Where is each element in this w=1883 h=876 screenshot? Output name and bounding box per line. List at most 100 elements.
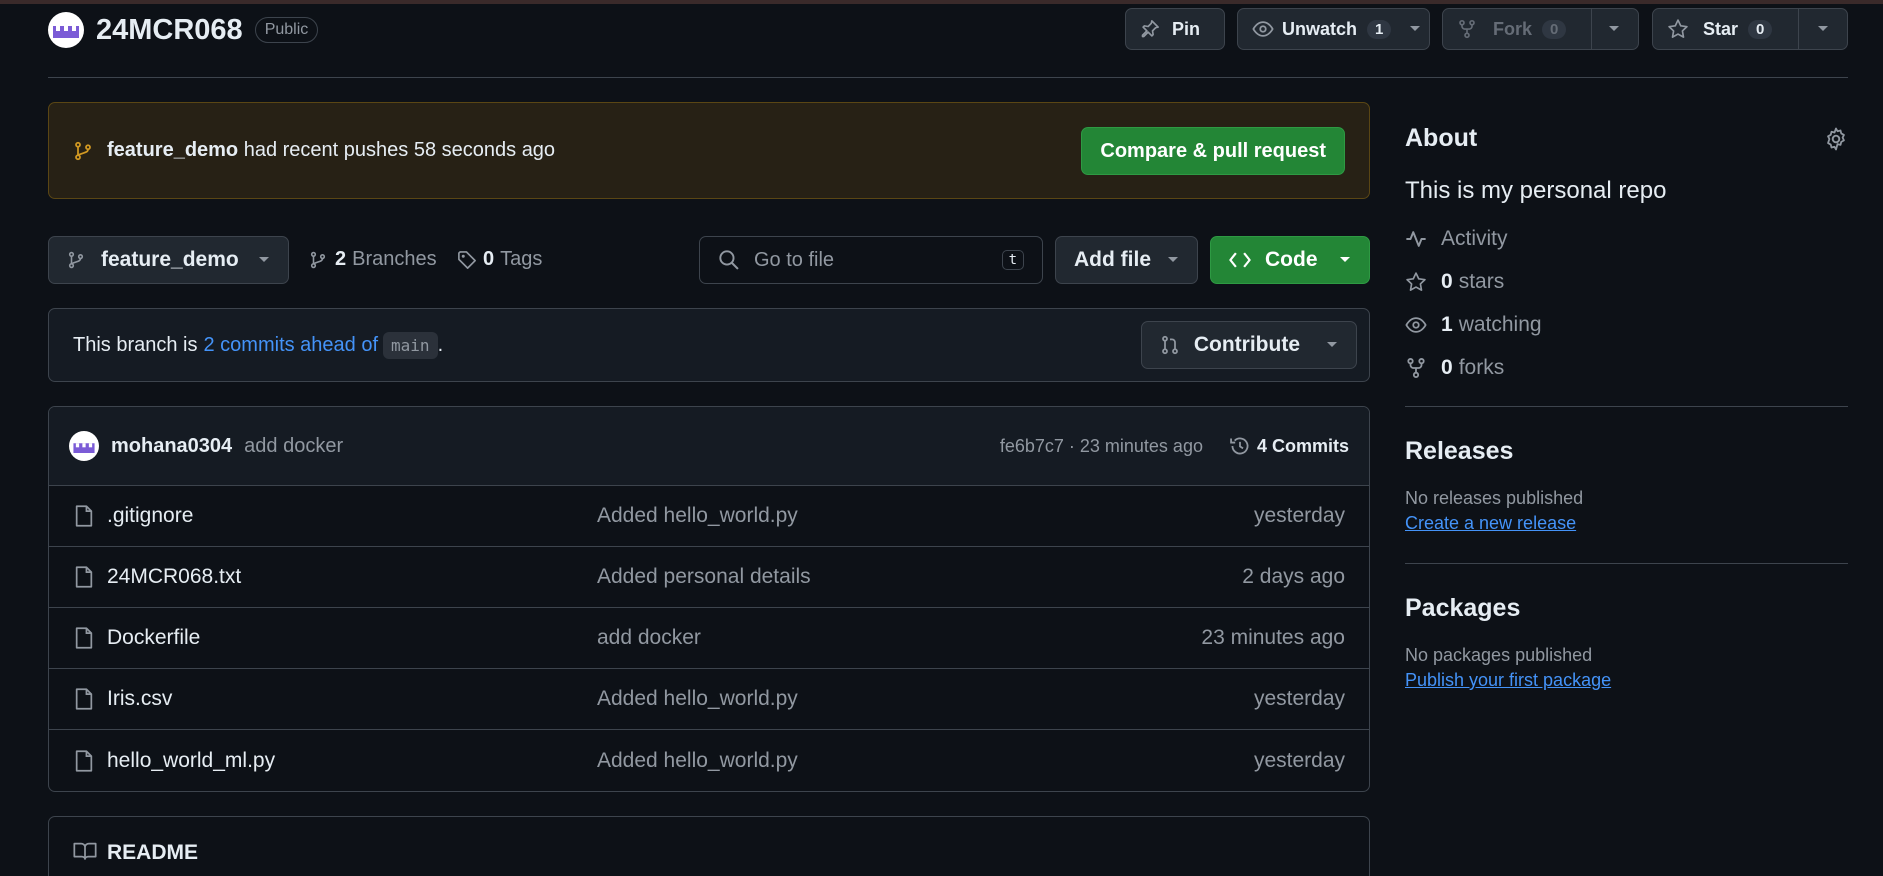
repo-header: 24MCR068 Public xyxy=(48,12,319,48)
add-file-label: Add file xyxy=(1074,248,1151,271)
tags-link[interactable]: 0 Tags xyxy=(457,248,542,271)
branch-status-suffix: . xyxy=(437,333,444,356)
branches-link[interactable]: 2 Branches xyxy=(309,248,437,271)
branches-count: 2 xyxy=(335,248,347,270)
contribute-label: Contribute xyxy=(1193,333,1300,356)
unwatch-label: Unwatch xyxy=(1282,18,1358,39)
commits-ahead-link[interactable]: 2 commits ahead of xyxy=(204,334,379,357)
releases-title[interactable]: Releases xyxy=(1405,437,1848,466)
file-commit-message[interactable]: Added hello_world.py xyxy=(597,749,1254,773)
branch-status-prefix: This branch is xyxy=(73,333,198,356)
create-release-link[interactable]: Create a new release xyxy=(1405,513,1576,534)
latest-commit-bar: mohana0304 add docker fe6b7c7 · 23 minut… xyxy=(49,407,1369,486)
pin-icon xyxy=(1141,20,1159,38)
file-row[interactable]: Iris.csv Added hello_world.py yesterday xyxy=(49,669,1369,730)
file-date: 2 days ago xyxy=(1242,565,1345,588)
file-name[interactable]: Dockerfile xyxy=(107,626,597,650)
readme-title[interactable]: README xyxy=(107,841,198,865)
file-commit-message[interactable]: add docker xyxy=(597,626,1201,650)
stars-label: stars xyxy=(1458,270,1505,293)
about-title: About xyxy=(1405,124,1478,152)
star-icon xyxy=(1668,19,1688,38)
chevron-down-icon xyxy=(1327,342,1337,347)
branch-icon xyxy=(68,251,84,269)
banner-branch[interactable]: feature_demo xyxy=(107,139,238,161)
activity-link[interactable]: Activity xyxy=(1405,227,1848,251)
sidebar-divider xyxy=(1405,563,1848,564)
star-count: 0 xyxy=(1748,19,1773,39)
file-icon xyxy=(75,505,93,527)
current-branch: feature_demo xyxy=(101,248,239,271)
file-table: mohana0304 add docker fe6b7c7 · 23 minut… xyxy=(48,406,1370,792)
file-date: yesterday xyxy=(1253,504,1345,527)
file-commit-message[interactable]: Added hello_world.py xyxy=(597,504,1254,528)
recent-pushes-banner: feature_demo had recent pushes 58 second… xyxy=(48,102,1370,199)
commit-message[interactable]: add docker xyxy=(244,435,343,458)
watching-count: 1 xyxy=(1441,313,1453,336)
search-placeholder: Go to file xyxy=(754,248,835,271)
forks-count: 0 xyxy=(1441,356,1453,379)
watching-link[interactable]: 1 watching xyxy=(1405,313,1848,337)
file-name[interactable]: Iris.csv xyxy=(107,687,597,711)
add-file-button[interactable]: Add file xyxy=(1055,236,1198,284)
file-date: yesterday xyxy=(1253,748,1345,772)
compare-pull-request-button[interactable]: Compare & pull request xyxy=(1081,127,1345,175)
forks-label: forks xyxy=(1458,356,1505,379)
file-commit-message[interactable]: Added hello_world.py xyxy=(597,687,1254,711)
search-icon xyxy=(719,250,739,270)
star-label: Star xyxy=(1703,18,1739,39)
commits-count-label: 4 Commits xyxy=(1256,435,1349,456)
fork-dropdown-caret[interactable] xyxy=(1592,9,1636,49)
chevron-down-icon xyxy=(259,257,269,262)
file-commit-message[interactable]: Added personal details xyxy=(597,565,1242,589)
base-branch-chip: main xyxy=(383,331,438,359)
book-icon xyxy=(73,842,97,860)
fork-icon xyxy=(1407,358,1425,378)
chevron-down-icon xyxy=(1818,26,1828,31)
chevron-down-icon xyxy=(1410,26,1421,31)
packages-title[interactable]: Packages xyxy=(1405,594,1848,623)
file-name[interactable]: 24MCR068.txt xyxy=(107,565,597,589)
publish-package-link[interactable]: Publish your first package xyxy=(1405,670,1611,691)
activity-label: Activity xyxy=(1441,227,1508,250)
commit-author[interactable]: mohana0304 xyxy=(111,435,232,458)
pulse-icon xyxy=(1406,231,1426,247)
branch-selector[interactable]: feature_demo xyxy=(48,236,289,284)
file-icon xyxy=(75,627,93,649)
author-avatar[interactable] xyxy=(69,431,99,461)
tags-count: 0 xyxy=(483,248,495,270)
tags-label: Tags xyxy=(500,248,543,270)
contribute-button[interactable]: Contribute xyxy=(1140,321,1357,369)
file-row[interactable]: hello_world_ml.py Added hello_world.py y… xyxy=(49,730,1369,791)
watch-dropdown-caret[interactable] xyxy=(1401,9,1429,49)
commits-history-link[interactable]: 4 Commits xyxy=(1229,435,1349,457)
star-icon xyxy=(1406,272,1426,291)
fork-icon xyxy=(1459,19,1475,39)
gear-icon[interactable] xyxy=(1824,127,1848,151)
file-row[interactable]: 24MCR068.txt Added personal details 2 da… xyxy=(49,547,1369,608)
window-top-strip xyxy=(0,0,1883,4)
code-button[interactable]: Code xyxy=(1210,236,1370,284)
pin-button[interactable]: Pin xyxy=(1125,8,1225,50)
chevron-down-icon xyxy=(1609,26,1619,31)
unwatch-button[interactable]: Unwatch 1 xyxy=(1237,8,1430,50)
repo-name[interactable]: 24MCR068 xyxy=(96,14,243,47)
forks-link[interactable]: 0 forks xyxy=(1405,356,1848,380)
chevron-down-icon xyxy=(1340,257,1350,262)
star-button[interactable]: Star 0 xyxy=(1652,8,1848,50)
go-to-file-search[interactable]: Go to file t xyxy=(699,236,1043,284)
file-row[interactable]: .gitignore Added hello_world.py yesterda… xyxy=(49,486,1369,547)
file-row[interactable]: Dockerfile add docker 23 minutes ago xyxy=(49,608,1369,669)
file-icon xyxy=(75,688,93,710)
banner-text: feature_demo had recent pushes 58 second… xyxy=(107,139,555,162)
repo-description: This is my personal repo xyxy=(1405,177,1667,204)
owner-avatar[interactable] xyxy=(48,12,84,48)
stars-link[interactable]: 0 stars xyxy=(1405,270,1848,294)
file-name[interactable]: hello_world_ml.py xyxy=(107,749,597,773)
file-name[interactable]: .gitignore xyxy=(107,504,597,528)
commit-hash-time[interactable]: fe6b7c7 · 23 minutes ago xyxy=(1000,436,1203,457)
star-dropdown-caret[interactable] xyxy=(1799,9,1847,49)
fork-button[interactable]: Fork 0 xyxy=(1442,8,1639,50)
sidebar-divider xyxy=(1405,406,1848,407)
branch-icon xyxy=(75,141,91,160)
